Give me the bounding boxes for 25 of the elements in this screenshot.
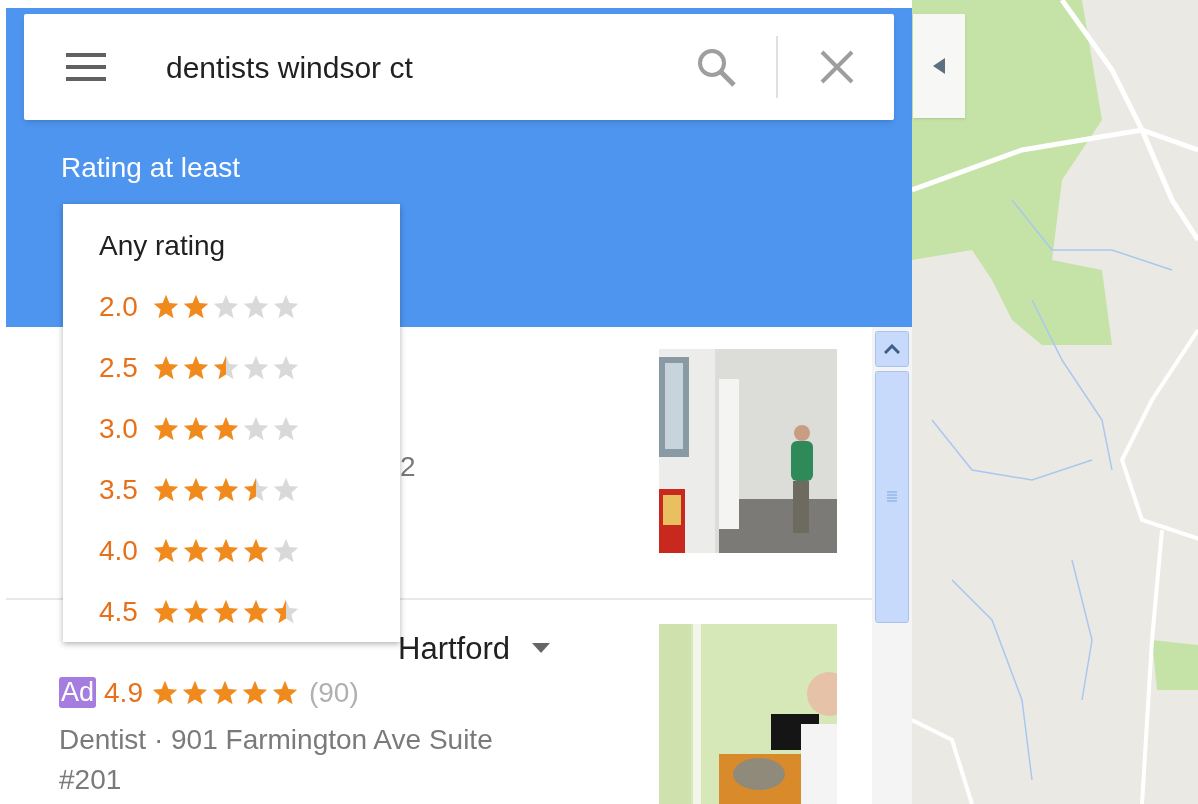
rating-option[interactable]: 2.5	[63, 337, 400, 399]
search-bar[interactable]: dentists windsor ct	[24, 14, 894, 120]
address-text: 2	[400, 451, 416, 482]
close-icon[interactable]	[820, 50, 854, 84]
filter-label: Rating at least	[61, 154, 241, 182]
rating-option[interactable]: 4.0	[63, 520, 400, 582]
rating-value: 4.9	[104, 678, 143, 707]
scrollbar-thumb[interactable]	[875, 371, 909, 623]
result-details: Dentist · 901 Farmington Ave Suite #201	[59, 723, 494, 797]
triangle-left-icon	[933, 58, 945, 74]
rating-option[interactable]: 3.0	[63, 398, 400, 460]
chevron-up-icon	[884, 344, 900, 354]
result-title[interactable]: Hartford	[398, 632, 510, 664]
search-field[interactable]: dentists windsor ct	[166, 44, 696, 90]
rating-option[interactable]: Any rating	[63, 216, 400, 277]
rating-option[interactable]: 3.5	[63, 459, 400, 521]
ad-badge: Ad	[59, 677, 97, 708]
rating-option[interactable]: 4.5	[63, 581, 400, 642]
rating-option[interactable]: 2.0	[63, 276, 400, 338]
review-count: (90)	[308, 678, 359, 707]
caret-icon[interactable]	[532, 643, 550, 653]
grip-icon	[887, 491, 897, 503]
menu-icon[interactable]	[66, 53, 106, 81]
search-icon[interactable]	[696, 47, 736, 87]
scroll-up-button[interactable]	[875, 331, 909, 367]
